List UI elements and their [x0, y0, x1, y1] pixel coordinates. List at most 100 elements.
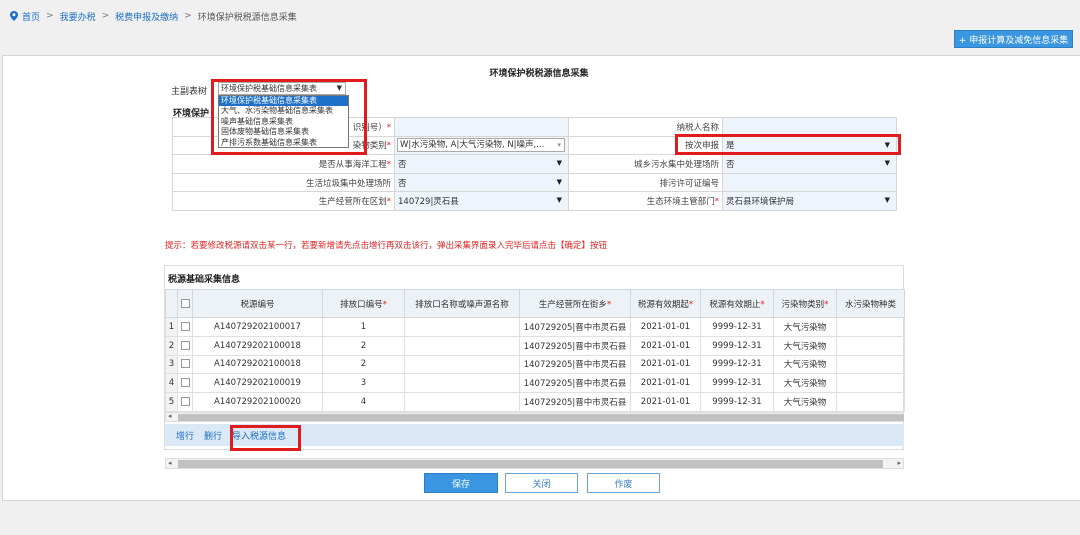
save-button[interactable]: 保存: [424, 473, 498, 493]
scrollbar-thumb[interactable]: [178, 460, 883, 468]
cell-pollutant-category: 大气污染物: [773, 373, 837, 394]
col-header: 水污染物种类: [836, 289, 905, 318]
triangle-down-icon: ▼: [556, 159, 562, 168]
cell-valid-from: 2021-01-01: [630, 392, 701, 412]
cell-outlet-name: [404, 392, 520, 412]
cell-pollutant-category: 大气污染物: [773, 392, 837, 412]
main-sub-table-label: 主副表树: [171, 87, 208, 97]
cell-outlet-number: 2: [322, 335, 405, 356]
row-number: 5: [165, 392, 178, 412]
info-label-marine-engineering: 是否从事海洋工程*: [172, 154, 395, 174]
cell-water-pollutant: [836, 392, 905, 412]
eco-authority-select[interactable]: 灵石县环境保护局 ▼: [722, 191, 897, 211]
pollutant-category-value: W|水污染物, A|大气污染物, N|噪声,...: [400, 140, 545, 151]
region-select[interactable]: 140729|灵石县 ▼: [394, 191, 569, 211]
row-checkbox[interactable]: [177, 335, 193, 356]
cell-outlet-number: 4: [322, 392, 405, 412]
breadcrumb-item-tax-affairs[interactable]: 我要办税: [60, 10, 96, 23]
triangle-down-icon: ▼: [884, 196, 890, 205]
breadcrumb: 首页 > 我要办税 > 税费申报及缴纳 > 环境保护税税源信息采集: [10, 9, 297, 23]
void-button[interactable]: 作废: [587, 473, 660, 493]
form-title: 环境保护税税源信息采集: [489, 69, 589, 79]
info-label-permit-number: 排污许可证编号: [568, 172, 723, 193]
cell-outlet-name: [404, 335, 520, 356]
breadcrumb-separator: >: [184, 11, 192, 21]
breadcrumb-current: 环境保护税税源信息采集: [197, 12, 297, 23]
row-checkbox[interactable]: [177, 354, 193, 375]
cell-pollutant-category: 大气污染物: [773, 354, 837, 375]
page-horizontal-scrollbar[interactable]: ◂ ▸: [165, 458, 904, 469]
cell-source-id: A140729202100019: [192, 373, 323, 394]
row-number-header: [165, 289, 178, 318]
grid-title: 税源基础采集信息: [168, 275, 241, 285]
cell-valid-from: 2021-01-01: [630, 335, 701, 356]
grid-horizontal-scrollbar[interactable]: ◂: [165, 412, 904, 422]
row-checkbox[interactable]: [177, 392, 193, 412]
breadcrumb-separator: >: [46, 11, 54, 21]
cell-outlet-name: [404, 373, 520, 394]
breadcrumb-separator: >: [101, 11, 110, 21]
tax-source-grid: 税源编号 排放口编号* 排放口名称或噪声源名称 生产经营所在街乡* 税源有效期起…: [165, 289, 905, 412]
cell-valid-from: 2021-01-01: [630, 317, 701, 337]
scroll-right-icon[interactable]: ▸: [897, 459, 901, 467]
col-header: 排放口名称或噪声源名称: [404, 289, 520, 318]
col-header: 污染物类别*: [773, 289, 837, 318]
cell-outlet-number: 3: [322, 373, 405, 394]
info-label-sewage-site: 城乡污水集中处理场所: [568, 154, 723, 174]
delete-row-button[interactable]: 删行: [204, 429, 222, 442]
cell-source-id: A140729202100018: [192, 354, 323, 375]
cell-valid-to: 9999-12-31: [700, 335, 774, 356]
cell-source-id: A140729202100020: [192, 392, 323, 412]
select-all-checkbox[interactable]: [177, 289, 193, 318]
cell-outlet-name: [404, 354, 520, 375]
declare-calc-relief-button[interactable]: + 申报计算及减免信息采集: [954, 30, 1073, 48]
add-row-button[interactable]: 增行: [176, 429, 194, 442]
garbage-site-select[interactable]: 否 ▼: [394, 172, 569, 193]
close-button[interactable]: 关闭: [505, 473, 578, 493]
info-label-region: 生产经营所在区划*: [172, 191, 395, 211]
cell-valid-from: 2021-01-01: [630, 354, 701, 375]
col-header: 税源编号: [192, 289, 323, 318]
triangle-down-icon: ▼: [884, 159, 890, 168]
row-checkbox[interactable]: [177, 373, 193, 394]
scroll-left-icon[interactable]: ◂: [168, 412, 172, 420]
sewage-site-select[interactable]: 否 ▼: [722, 154, 897, 174]
scroll-left-icon[interactable]: ◂: [168, 459, 172, 467]
table-row[interactable]: 1 A140729202100017 1 140729205|晋中市灵石县 2021-0…: [165, 317, 905, 337]
permit-number-input[interactable]: [722, 172, 897, 193]
cell-outlet-number: 1: [322, 317, 405, 337]
row-checkbox[interactable]: [177, 317, 193, 337]
row-number: 2: [165, 335, 178, 356]
table-row[interactable]: 2 A140729202100018 2 140729205|晋中市灵石县 2021-0…: [165, 335, 905, 356]
info-label-garbage-site: 生活垃圾集中处理场所: [172, 172, 395, 193]
table-row[interactable]: 3 A140729202100018 2 140729205|晋中市灵石县 2021-0…: [165, 354, 905, 375]
cell-valid-from: 2021-01-01: [630, 373, 701, 394]
col-header: 生产经营所在街乡*: [519, 289, 631, 318]
breadcrumb-item-declare-pay[interactable]: 税费申报及缴纳: [115, 10, 178, 23]
row-number: 4: [165, 373, 178, 394]
cell-water-pollutant: [836, 354, 905, 375]
cell-valid-to: 9999-12-31: [700, 317, 774, 337]
cell-street: 140729205|晋中市灵石县: [519, 335, 631, 356]
cell-pollutant-category: 大气污染物: [773, 317, 837, 337]
cell-water-pollutant: [836, 317, 905, 337]
cell-valid-to: 9999-12-31: [700, 354, 774, 375]
cell-source-id: A140729202100018: [192, 335, 323, 356]
row-number: 1: [165, 317, 178, 337]
cell-pollutant-category: 大气污染物: [773, 335, 837, 356]
cell-street: 140729205|晋中市灵石县: [519, 354, 631, 375]
row-number: 3: [165, 354, 178, 375]
scrollbar-thumb[interactable]: [178, 414, 904, 421]
triangle-down-icon: ▾: [557, 141, 561, 150]
triangle-down-icon: ▼: [556, 196, 562, 205]
cell-valid-to: 9999-12-31: [700, 373, 774, 394]
marine-engineering-select[interactable]: 否 ▼: [394, 154, 569, 174]
cell-water-pollutant: [836, 373, 905, 394]
table-row[interactable]: 5 A140729202100020 4 140729205|晋中市灵石县 2021-0…: [165, 392, 905, 412]
pollutant-category-select[interactable]: W|水污染物, A|大气污染物, N|噪声,... ▾: [394, 135, 569, 156]
col-header: 排放口编号*: [322, 289, 405, 318]
highlight-box-table-dropdown: [211, 79, 367, 155]
breadcrumb-home[interactable]: 首页: [22, 10, 40, 23]
cell-street: 140729205|晋中市灵石县: [519, 317, 631, 337]
table-row[interactable]: 4 A140729202100019 3 140729205|晋中市灵石县 2021-0…: [165, 373, 905, 394]
